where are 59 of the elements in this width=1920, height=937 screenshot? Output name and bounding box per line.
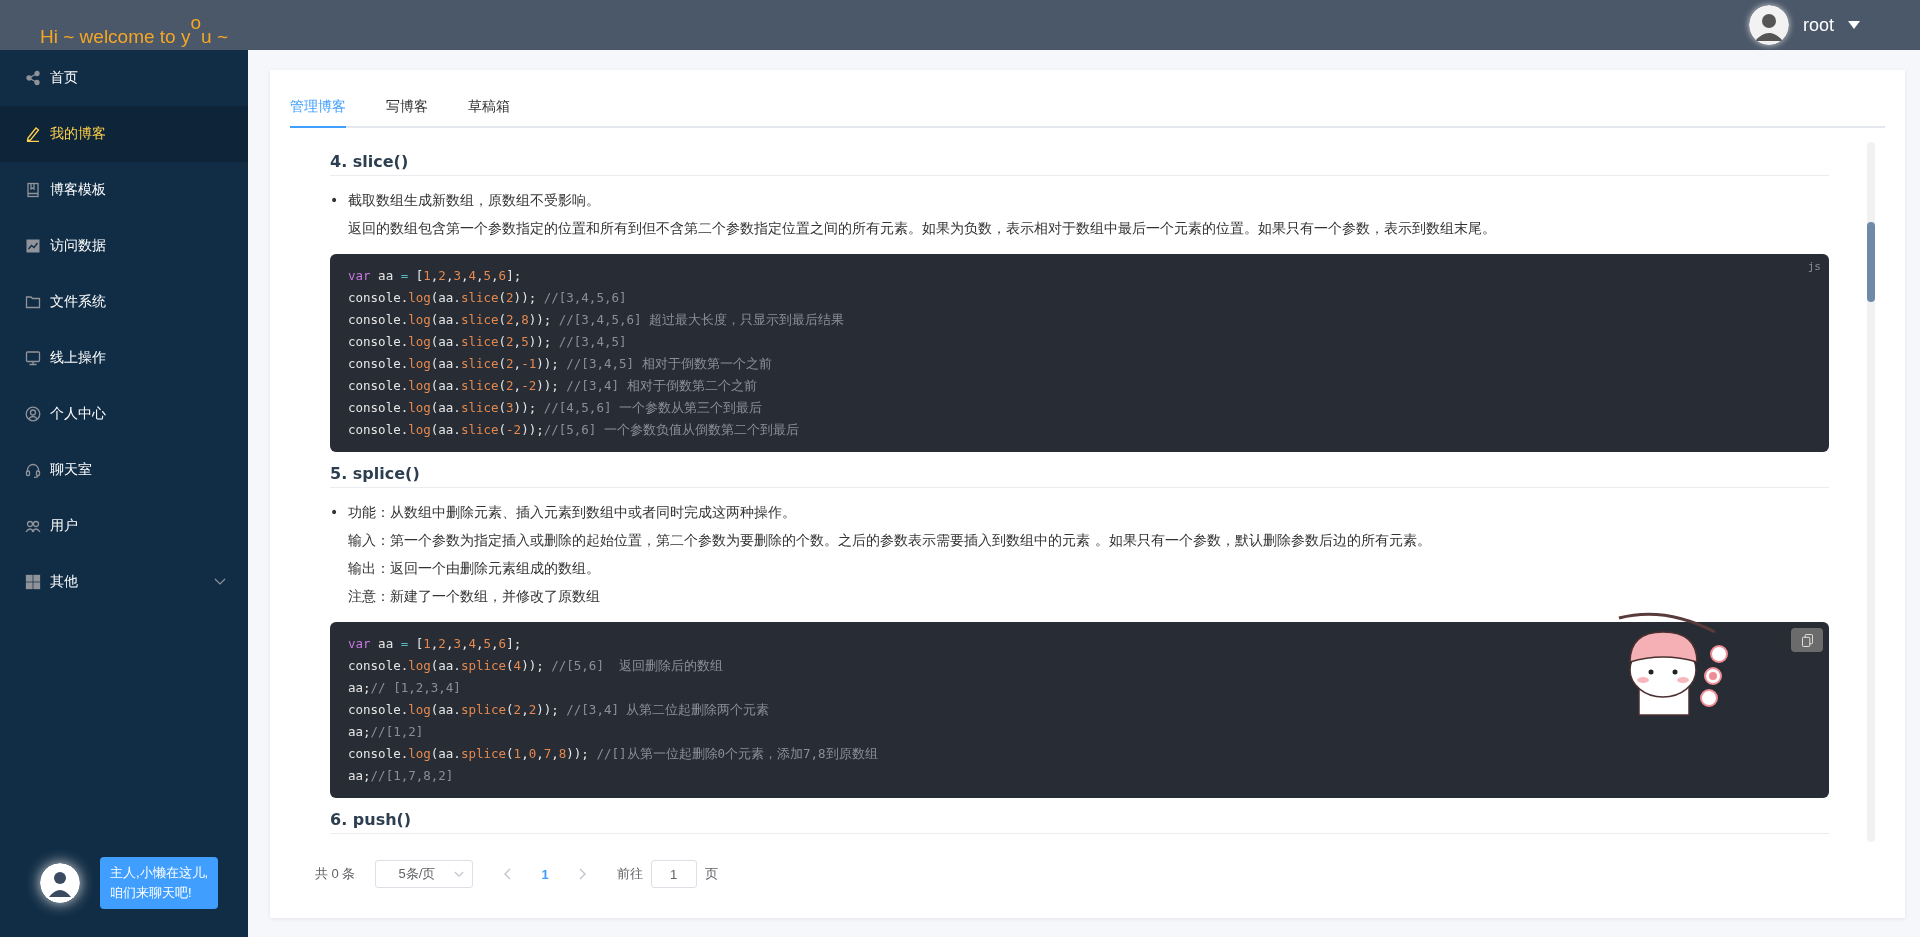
avatar-icon[interactable] xyxy=(1748,5,1789,45)
bullet-marker: • xyxy=(330,191,339,210)
caret-icon[interactable] xyxy=(1848,21,1860,29)
headset-icon xyxy=(25,462,41,478)
total-count: 共 0 条 xyxy=(315,865,356,883)
code-line: console.log(aa.slice(2,-2)); //[3,4] 相对于倒数第二个之前 xyxy=(348,377,757,395)
section-heading: 6. push() xyxy=(330,810,1829,834)
paragraph: 返回的数组包含第一个参数指定的位置和所有到但不含第二个参数指定位置之间的所有元素。如果为负数，表示相对于数组中最后一个元素的位置。如果只有一个参数，表示到数组末尾。 xyxy=(348,219,1497,238)
paragraph: 注意：新建了一个数组，并修改了原数组 xyxy=(348,587,602,606)
nav-item[interactable]: 聊天室 xyxy=(0,442,248,498)
share-icon xyxy=(25,70,41,86)
nav-item[interactable]: 博客模板 xyxy=(0,162,248,218)
nav-item[interactable]: 文件系统 xyxy=(0,274,248,330)
users-icon xyxy=(25,518,41,534)
nav-item[interactable]: 我的博客 xyxy=(0,106,248,162)
nav-item[interactable]: 用户 xyxy=(0,498,248,554)
user-circle-icon xyxy=(25,406,41,422)
goto-label: 前往 xyxy=(616,865,643,883)
book-icon xyxy=(25,182,41,198)
nav-item[interactable]: 访问数据 xyxy=(0,218,248,274)
folder-icon xyxy=(25,294,41,310)
chevron-icon xyxy=(214,578,226,586)
page-suffix: 页 xyxy=(704,865,718,883)
code-line: console.log(aa.slice(2,5)); //[3,4,5] xyxy=(348,333,627,351)
username[interactable]: root xyxy=(1802,14,1834,36)
paragraph: 输出：返回一个由删除元素组成的数组。 xyxy=(348,559,602,578)
copy-button[interactable] xyxy=(1791,628,1823,652)
avatar-icon[interactable] xyxy=(40,863,80,903)
page-input[interactable]: 1 xyxy=(650,860,697,888)
nav-item[interactable]: 其他 xyxy=(0,554,248,610)
monitor-icon xyxy=(25,350,41,366)
paragraph: 功能：从数组中删除元素、插入元素到数组中或者同时完成这两种操作。 xyxy=(348,503,798,522)
code-line: aa;//[1,7,8,2] xyxy=(348,767,454,785)
language-label: js xyxy=(1807,260,1821,273)
chevron-icon xyxy=(454,870,465,878)
bullet-marker: • xyxy=(330,503,339,522)
section-heading: 4. slice() xyxy=(330,152,1829,176)
copy-icon xyxy=(1801,633,1813,647)
code-line: aa;// [1,2,3,4] xyxy=(348,679,461,697)
code-line: console.log(aa.slice(2)); //[3,4,5,6] xyxy=(348,289,627,307)
page-size-select[interactable]: 5条/页 xyxy=(375,860,474,888)
paragraph: 输入：第一个参数为指定插入或删除的起始位置，第二个参数为要删除的个数。之后的参数表示需要插入到数组中的元素 。如果只有一个参数，默认删除参数后边的所有元素。 xyxy=(348,531,1431,550)
section-heading: 5. splice() xyxy=(330,464,1829,488)
chart-icon xyxy=(25,238,41,254)
code-line: console.log(aa.splice(2,2)); //[3,4] 从第二位起删除两个元素 xyxy=(348,701,770,719)
pencil-icon xyxy=(25,126,41,142)
tab[interactable]: 草稿箱 xyxy=(468,88,510,128)
code-line: aa;//[1,2] xyxy=(348,723,424,741)
paragraph: 截取数组生成新数组，原数组不受影响。 xyxy=(348,191,602,210)
tab[interactable]: 写博客 xyxy=(386,88,428,128)
code-line: console.log(aa.slice(2,8)); //[3,4,5,6] 超过最大长度，只显示到最后结果 xyxy=(348,311,845,329)
code-line: var aa = [1,2,3,4,5,6]; xyxy=(348,267,522,285)
nav-item[interactable]: 线上操作 xyxy=(0,330,248,386)
nav-item[interactable]: 个人中心 xyxy=(0,386,248,442)
code-line: console.log(aa.splice(4)); //[5,6] 返回删除后的数组 xyxy=(348,657,723,675)
grid-icon xyxy=(25,574,41,590)
scrollbar[interactable] xyxy=(1867,142,1875,842)
code-line: var aa = [1,2,3,4,5,6]; xyxy=(348,635,522,653)
code-line: console.log(aa.splice(1,0,7,8)); //[]从第一位起删除0个元素，添加7,8到原数组 xyxy=(348,745,878,763)
